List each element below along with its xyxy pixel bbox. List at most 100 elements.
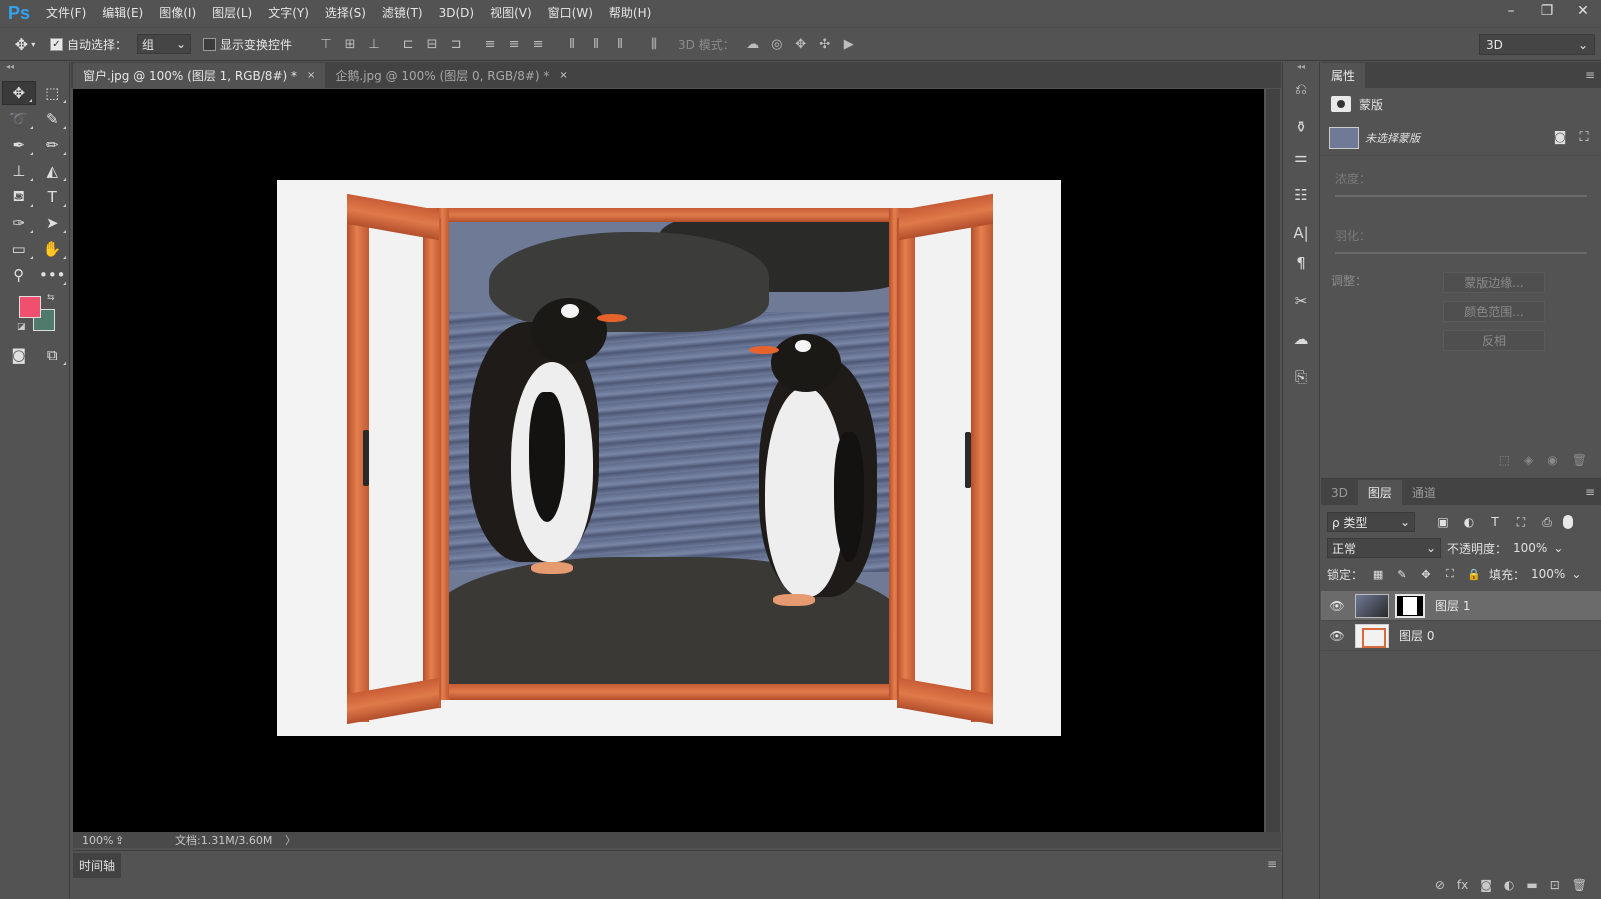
lock-transparent-icon[interactable]: ▦ <box>1369 565 1387 583</box>
align-bottom-icon[interactable]: ⊥ <box>364 34 384 54</box>
zoom-level[interactable]: 100% <box>73 834 115 847</box>
layer-row-layer1[interactable]: 👁 图层 1 <box>1321 591 1601 621</box>
distribute-hcenter-icon[interactable]: ⫴ <box>586 34 606 54</box>
distribute-bottom-icon[interactable]: ≡ <box>528 34 548 54</box>
mask-edge-button[interactable]: 蒙版边缘... <box>1443 272 1545 293</box>
minimize-button[interactable]: – <box>1493 0 1529 22</box>
lock-position-icon[interactable]: ✥ <box>1417 565 1435 583</box>
adjustments-icon[interactable]: ⚌ <box>1283 142 1319 172</box>
distribute-right-icon[interactable]: ⫴ <box>610 34 630 54</box>
paragraph-icon[interactable]: ¶ <box>1283 248 1319 278</box>
align-left-icon[interactable]: ⊏ <box>398 34 418 54</box>
apply-mask-icon[interactable]: ◈ <box>1524 453 1533 471</box>
invert-button[interactable]: 反相 <box>1443 330 1545 351</box>
clone-stamp-tool-icon[interactable]: ⊥ <box>2 159 36 183</box>
tab-layers[interactable]: 图层 <box>1357 480 1402 505</box>
layer-style-icon[interactable]: fx <box>1457 878 1468 892</box>
share-icon[interactable]: ⇪ <box>115 834 145 847</box>
collapse-strip-icon[interactable]: ◂◂ <box>1283 62 1319 74</box>
new-group-icon[interactable]: ▬ <box>1526 878 1537 892</box>
disable-mask-icon[interactable]: ◉ <box>1547 453 1557 471</box>
filter-adjustment-icon[interactable]: ◐ <box>1459 512 1479 532</box>
menu-image[interactable]: 图像(I) <box>151 0 204 26</box>
default-colors-icon[interactable]: ◪ <box>17 322 26 332</box>
align-vcenter-icon[interactable]: ⊞ <box>340 34 360 54</box>
vertical-scrollbar[interactable] <box>1266 89 1280 832</box>
character-icon[interactable]: A| <box>1283 218 1319 248</box>
auto-select-checkbox[interactable]: ✓ 自动选择： <box>50 36 127 53</box>
filter-smart-object-icon[interactable]: ⎙ <box>1537 512 1557 532</box>
screen-mode-icon[interactable]: ⧉ <box>36 343 70 367</box>
add-mask-icon[interactable]: ◙ <box>1480 878 1492 892</box>
panel-menu-icon[interactable]: ≡ <box>1585 68 1595 82</box>
tab-channels[interactable]: 通道 <box>1402 480 1446 505</box>
close-icon[interactable]: × <box>307 70 315 81</box>
distribute-left-icon[interactable]: ⫴ <box>562 34 582 54</box>
menu-window[interactable]: 窗口(W) <box>540 0 601 26</box>
lock-all-icon[interactable]: 🔒 <box>1465 565 1483 583</box>
3d-slide-icon[interactable]: ✣ <box>815 34 835 54</box>
load-selection-icon[interactable]: ⬚ <box>1499 453 1510 471</box>
close-icon[interactable]: × <box>559 70 567 81</box>
opacity-value[interactable]: 100% <box>1513 541 1547 555</box>
align-right-icon[interactable]: ⊐ <box>446 34 466 54</box>
pen-tool-icon[interactable]: ✑ <box>2 211 36 235</box>
hand-tool-icon[interactable]: ✋ <box>36 237 70 261</box>
auto-align-layers-icon[interactable]: ⫼ <box>644 34 664 54</box>
link-layers-icon[interactable]: ⊘ <box>1435 878 1445 892</box>
libraries-icon[interactable]: ☁ <box>1283 324 1319 354</box>
layer-comps-icon[interactable]: ⎘ <box>1283 362 1319 392</box>
layer-filter-dropdown[interactable]: ρ 类型 ⌄ <box>1327 512 1415 532</box>
menu-type[interactable]: 文字(Y) <box>260 0 317 26</box>
history-icon[interactable]: ⎌ <box>1283 74 1319 104</box>
layer-name[interactable]: 图层 1 <box>1435 597 1470 614</box>
layer-name[interactable]: 图层 0 <box>1399 627 1434 644</box>
menu-edit[interactable]: 编辑(E) <box>94 0 151 26</box>
panel-menu-icon[interactable]: ≡ <box>1585 485 1595 499</box>
eye-icon[interactable]: 👁 <box>1325 624 1349 648</box>
filter-type-icon[interactable]: T <box>1485 512 1505 532</box>
filter-shape-icon[interactable]: ⛶ <box>1511 512 1531 532</box>
foreground-color-swatch[interactable] <box>19 296 41 318</box>
layer-row-layer0[interactable]: 👁 图层 0 <box>1321 621 1601 651</box>
filter-toggle[interactable] <box>1563 515 1573 529</box>
eraser-tool-icon[interactable]: ◭ <box>36 159 70 183</box>
menu-3d[interactable]: 3D(D) <box>431 0 482 26</box>
blend-mode-dropdown[interactable]: 正常 ⌄ <box>1327 538 1441 558</box>
more-tools-icon[interactable]: ••• <box>36 263 70 287</box>
3d-roll-icon[interactable]: ◎ <box>767 34 787 54</box>
lock-artboard-icon[interactable]: ⛶ <box>1441 565 1459 583</box>
tab-penguin-jpg[interactable]: 企鹅.jpg @ 100% (图层 0, RGB/8#) * × <box>325 63 578 88</box>
chevron-down-icon[interactable]: ⌄ <box>1571 567 1581 581</box>
brush-presets-icon[interactable]: ⚱ <box>1283 112 1319 142</box>
restore-button[interactable]: ❐ <box>1529 0 1565 22</box>
menu-view[interactable]: 视图(V) <box>482 0 540 26</box>
panel-menu-icon[interactable]: ≡ <box>1267 857 1277 871</box>
3d-pan-icon[interactable]: ✥ <box>791 34 811 54</box>
lasso-tool-icon[interactable]: ➰ <box>2 107 36 131</box>
document-image[interactable] <box>277 180 1061 736</box>
move-tool-preset-icon[interactable]: ✥ ▾ <box>0 35 50 54</box>
align-hcenter-icon[interactable]: ⊟ <box>422 34 442 54</box>
tools-presets-icon[interactable]: ✂ <box>1283 286 1319 316</box>
3d-scale-icon[interactable]: ▶ <box>839 34 859 54</box>
brush-tool-icon[interactable]: ✏ <box>36 133 70 157</box>
status-menu-arrow[interactable]: 〉 <box>285 832 296 848</box>
quick-mask-icon[interactable]: ◙ <box>2 343 36 367</box>
fill-value[interactable]: 100% <box>1531 567 1565 581</box>
swap-colors-icon[interactable]: ⇆ <box>47 293 55 303</box>
distribute-vcenter-icon[interactable]: ≡ <box>504 34 524 54</box>
collapse-toolbar-icon[interactable]: ◂◂ <box>0 62 69 72</box>
auto-select-target-dropdown[interactable]: 组 ⌄ <box>137 34 192 54</box>
menu-filter[interactable]: 滤镜(T) <box>374 0 431 26</box>
clone-source-icon[interactable]: ☷ <box>1283 180 1319 210</box>
tab-window-jpg[interactable]: 窗户.jpg @ 100% (图层 1, RGB/8#) * × <box>73 63 326 88</box>
align-top-icon[interactable]: ⊤ <box>316 34 336 54</box>
tab-timeline[interactable]: 时间轴 <box>73 853 121 878</box>
distribute-top-icon[interactable]: ≡ <box>480 34 500 54</box>
move-tool-icon[interactable]: ✥ <box>2 81 36 105</box>
filter-pixel-icon[interactable]: ▣ <box>1433 512 1453 532</box>
3d-orbit-icon[interactable]: ☁ <box>743 34 763 54</box>
rectangular-marquee-tool-icon[interactable]: ⬚ <box>36 81 69 105</box>
add-pixel-mask-icon[interactable]: ◙ <box>1551 129 1569 147</box>
